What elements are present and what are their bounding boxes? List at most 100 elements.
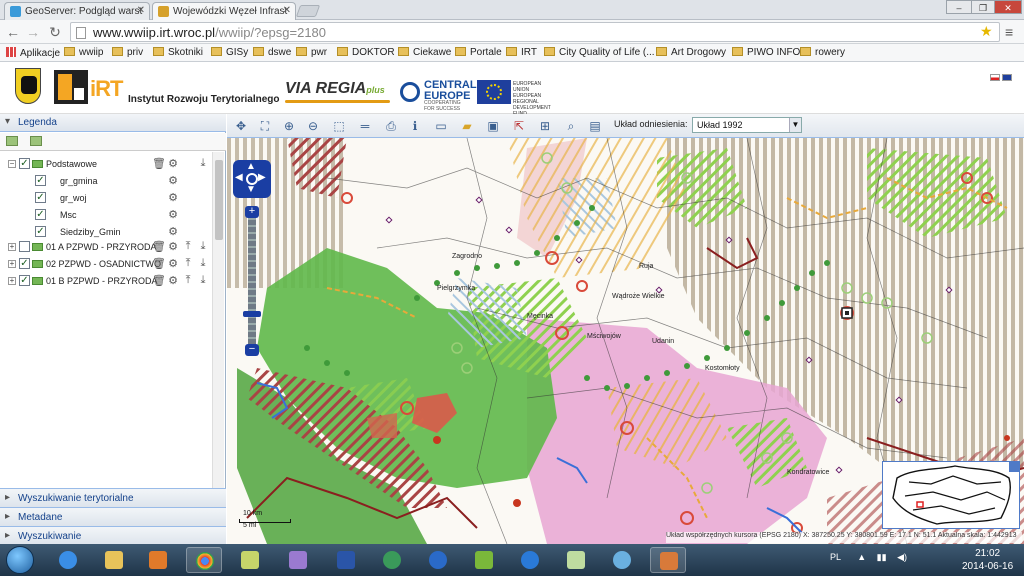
open-folder-icon[interactable]: ▰ [459,118,475,134]
legend-scrollbar[interactable] [212,152,224,498]
bookmark-apps[interactable]: Aplikacje [6,47,60,59]
bookmark-folder[interactable]: priv [112,47,143,58]
info-icon[interactable]: ℹ [407,118,423,134]
layer-checkbox[interactable]: ✓ [19,275,30,286]
zoom-out-button[interactable]: − [245,344,259,356]
accordion-search[interactable]: Wyszukiwanie [0,526,226,545]
taskbar-atlas[interactable] [232,547,268,573]
export-pdf-icon[interactable]: ⇱ [511,118,527,134]
save-icon[interactable]: ▣ [485,118,501,134]
layer-checkbox[interactable]: ✓ [35,209,46,220]
language-indicator[interactable]: PL [830,552,841,562]
bookmark-folder[interactable]: wwiip [64,47,103,58]
pan-down-icon[interactable]: ▼ [246,184,256,195]
reload-button[interactable]: ↻ [46,23,64,41]
add-layer-icon[interactable] [30,136,42,146]
expand-icon[interactable]: + [8,260,16,268]
close-icon[interactable]: ✕ [283,5,291,16]
layer-row[interactable]: + ✓ 02 PZPWD - OSADNICTWO 🗑 ⚙ ⤒ ⤓ [0,256,212,273]
pan-right-icon[interactable]: ▶ [258,172,266,183]
layer-row[interactable]: ✓ Msc ⚙ [0,207,212,224]
minimize-button[interactable]: – [946,0,972,14]
taskbar-chrome[interactable] [186,547,222,573]
upload-icon[interactable]: ⤒ [182,257,194,270]
zoom-in-button[interactable]: + [245,206,259,218]
zoom-bar[interactable] [248,218,256,344]
taskbar-qgis[interactable] [466,547,502,573]
layer-row[interactable]: + 01 A PZPWD - PRZYRODA 🗑 ⚙ ⤒ ⤓ [0,239,212,256]
tab-wwiip[interactable]: Wojewódzki Węzeł Infrast ✕ [152,2,296,20]
bookmark-folder[interactable]: DOKTOR [337,47,395,58]
upload-icon[interactable]: ⤒ [182,274,194,287]
taskbar-explorer[interactable] [96,547,132,573]
pan-left-icon[interactable]: ◀ [235,172,243,183]
zoom-box-icon[interactable]: ⬚ [331,118,347,134]
polish-flag-icon[interactable] [990,74,1000,81]
url-field[interactable]: www.wwiip.irt.wroc.pl/wwiip/?epsg=2180 [70,22,1000,42]
taskbar-docs[interactable] [650,547,686,573]
overview-map[interactable] [882,461,1020,529]
menu-icon[interactable]: ≡ [1005,24,1013,40]
taskbar-media[interactable] [140,547,176,573]
upload-icon[interactable]: ⤒ [182,240,194,253]
zoom-extent-icon[interactable]: ⛶ [257,118,273,134]
pan-up-icon[interactable]: ▲ [246,161,256,172]
taskbar-arc[interactable] [512,547,548,573]
layer-checkbox[interactable]: ✓ [35,226,46,237]
maximize-button[interactable]: ❐ [971,0,995,14]
layer-checkbox[interactable] [19,241,30,252]
trash-icon[interactable]: 🗑 [152,274,166,287]
collapse-icon[interactable]: − [8,160,16,168]
gear-icon[interactable]: ⚙ [167,257,179,270]
bookmark-folder[interactable]: Ciekawe [398,47,451,58]
bookmark-star-icon[interactable]: ★ [980,23,993,40]
gear-icon[interactable]: ⚙ [167,225,179,238]
zoom-out-icon[interactable]: ⊖ [305,118,321,134]
taskbar-globe[interactable] [374,547,410,573]
print-icon[interactable]: ⎙ [383,118,399,134]
chevron-down-icon[interactable]: ▼ [789,118,801,132]
taskbar-app[interactable] [280,547,316,573]
back-button[interactable]: ← [4,23,22,41]
layer-checkbox[interactable]: ✓ [19,158,30,169]
pan-icon[interactable]: ✥ [233,118,249,134]
download-icon[interactable]: ⤓ [197,240,209,253]
download-icon[interactable]: ⤓ [197,274,209,287]
trash-icon[interactable]: 🗑 [152,257,166,270]
bookmark-folder[interactable]: IRT [506,47,537,58]
layer-row[interactable]: + ✓ 01 B PZPWD - PRZYRODA 🗑 ⚙ ⤒ ⤓ [0,273,212,290]
close-icon[interactable]: ✕ [137,5,145,16]
close-window-button[interactable]: ✕ [994,0,1022,14]
gear-icon[interactable]: ⚙ [167,208,179,221]
start-button[interactable] [6,546,34,574]
bookmark-folder[interactable]: Portale [455,47,502,58]
pan-control[interactable]: ▲ ▼ ◀ ▶ [233,160,271,198]
overview-toggle-icon[interactable] [1009,462,1019,472]
zoom-handle[interactable] [243,311,261,317]
layer-checkbox[interactable]: ✓ [19,258,30,269]
layer-row[interactable]: − ✓ Podstawowe 🗑 ⚙ ⤓ [0,156,212,173]
bookmark-folder[interactable]: rowery [800,47,845,58]
expand-icon[interactable]: + [8,243,16,251]
layer-checkbox[interactable]: ✓ [35,175,46,186]
gear-icon[interactable]: ⚙ [167,240,179,253]
accordion-territorial-search[interactable]: Wyszukiwanie terytorialne [0,488,226,507]
layer-checkbox[interactable]: ✓ [35,192,46,203]
bookmark-folder[interactable]: City Quality of Life (... [544,47,655,58]
taskbar-ie[interactable] [50,547,86,573]
accordion-metadata[interactable]: Metadane [0,507,226,526]
trash-icon[interactable]: 🗑 [152,240,166,253]
bookmark-folder[interactable]: PIWO INFO [732,47,800,58]
bookmark-folder[interactable]: Skotniki [153,47,203,58]
gear-icon[interactable]: ⚙ [167,174,179,187]
layer-row[interactable]: ✓ gr_woj ⚙ [0,190,212,207]
bookmark-folder[interactable]: GISy [211,47,248,58]
zoom-in-icon[interactable]: ⊕ [281,118,297,134]
measure-icon[interactable]: ═ [357,118,373,134]
legend-header[interactable]: Legenda [0,114,226,132]
gear-icon[interactable]: ⚙ [167,274,179,287]
taskbar-save[interactable] [328,547,364,573]
taskbar-app3[interactable] [604,547,640,573]
crs-select[interactable]: Układ 1992 ▼ [692,117,802,133]
download-icon[interactable]: ⤓ [197,157,209,170]
